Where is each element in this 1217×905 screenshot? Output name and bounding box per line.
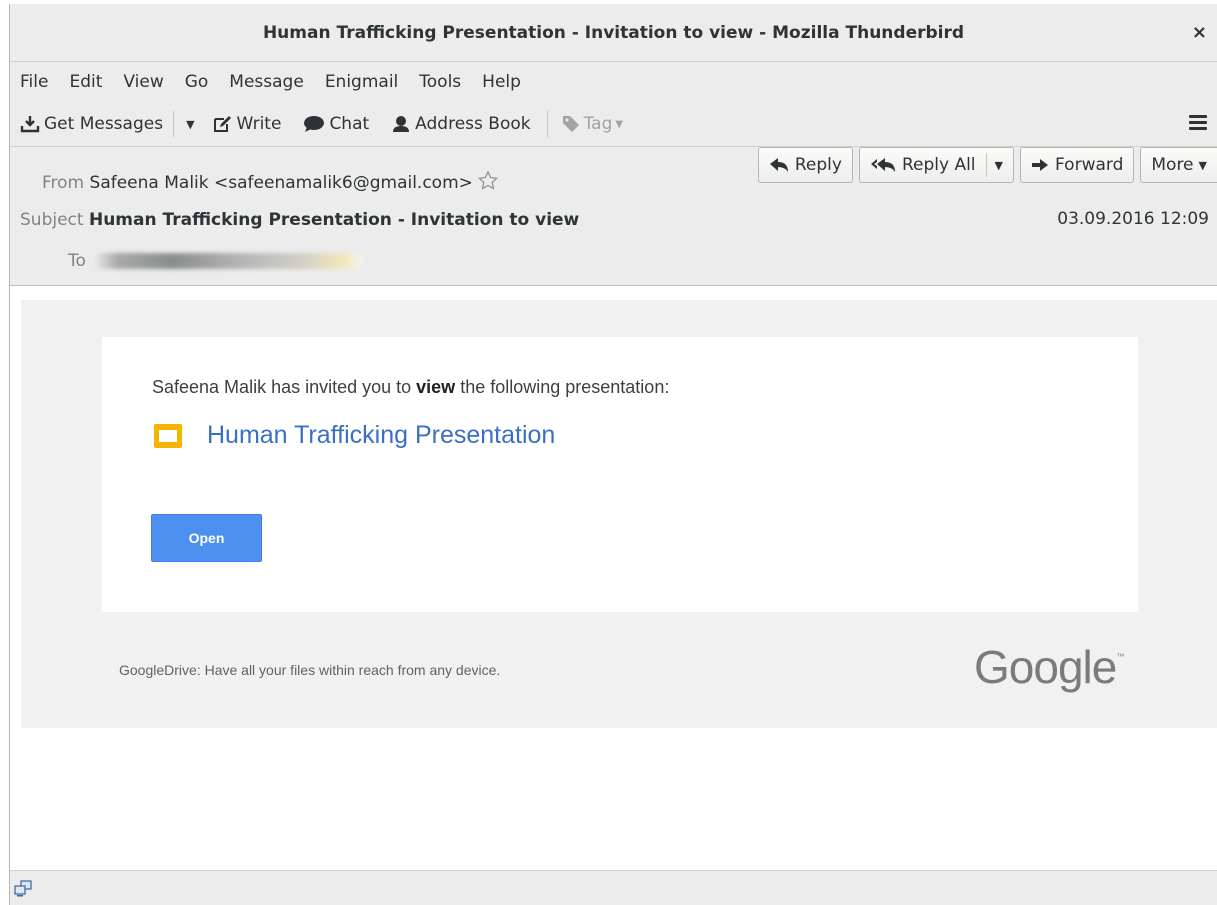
title-bar: Human Trafficking Presentation - Invitat… xyxy=(10,4,1217,62)
header-actions: Reply Reply All ▼ Forward More ▼ xyxy=(757,147,1217,183)
main-toolbar: Get Messages ▼ Write Chat Address Book T… xyxy=(10,102,1217,147)
forward-label: Forward xyxy=(1055,155,1124,175)
invitation-text: Safeena Malik has invited you to view th… xyxy=(152,377,669,398)
from-row: From Safeena Malik <safeenamalik6@gmail.… xyxy=(42,171,499,193)
trademark-mark: ™ xyxy=(1116,652,1125,661)
more-dropdown-icon: ▼ xyxy=(1198,158,1207,172)
get-messages-label: Get Messages xyxy=(44,114,164,134)
subject-label: Subject xyxy=(20,210,84,230)
reply-all-button[interactable]: Reply All ▼ xyxy=(858,147,1014,183)
status-bar xyxy=(10,870,1217,905)
person-icon xyxy=(393,116,410,132)
to-label: To xyxy=(68,251,86,271)
thunderbird-window: Human Trafficking Presentation - Invitat… xyxy=(9,4,1217,905)
menu-view[interactable]: View xyxy=(123,72,163,92)
menu-message[interactable]: Message xyxy=(229,72,304,92)
email-container: Safeena Malik has invited you to view th… xyxy=(21,300,1217,728)
reply-icon xyxy=(769,158,788,172)
invitation-card: Safeena Malik has invited you to view th… xyxy=(102,337,1138,612)
menu-bar: File Edit View Go Message Enigmail Tools… xyxy=(10,62,1217,102)
chat-bubble-icon xyxy=(304,116,325,132)
pencil-icon xyxy=(213,116,231,132)
menu-tools[interactable]: Tools xyxy=(419,72,461,92)
address-book-button[interactable]: Address Book xyxy=(391,114,531,134)
write-button[interactable]: Write xyxy=(213,114,282,134)
write-label: Write xyxy=(236,114,282,134)
tag-icon xyxy=(562,116,579,132)
address-book-label: Address Book xyxy=(415,114,531,134)
chat-button[interactable]: Chat xyxy=(303,114,369,134)
close-icon[interactable]: × xyxy=(1192,22,1207,43)
more-label: More xyxy=(1151,155,1194,175)
subject-value: Human Trafficking Presentation - Invitat… xyxy=(88,210,580,230)
invitation-text-emphasis: view xyxy=(416,377,456,397)
hamburger-icon[interactable] xyxy=(1189,115,1207,133)
slides-icon xyxy=(154,423,182,448)
message-header: From Safeena Malik <safeenamalik6@gmail.… xyxy=(10,147,1217,286)
document-link[interactable]: Human Trafficking Presentation xyxy=(207,421,555,450)
message-body: Safeena Malik has invited you to view th… xyxy=(10,287,1217,870)
invitation-text-suffix: the following presentation: xyxy=(455,377,670,397)
open-button[interactable]: Open xyxy=(151,514,262,562)
reply-label: Reply xyxy=(794,155,842,175)
chat-label: Chat xyxy=(329,114,370,134)
download-icon xyxy=(20,116,40,133)
to-row: To xyxy=(68,251,364,271)
get-messages-dropdown-icon[interactable]: ▼ xyxy=(186,118,194,131)
online-status-icon[interactable] xyxy=(14,880,32,897)
reply-button[interactable]: Reply xyxy=(757,147,853,183)
reply-all-dropdown-icon[interactable]: ▼ xyxy=(995,159,1003,172)
window-title: Human Trafficking Presentation - Invitat… xyxy=(262,22,965,43)
menu-file[interactable]: File xyxy=(20,72,48,92)
get-messages-button[interactable]: Get Messages xyxy=(20,114,163,134)
invitation-text-prefix: Safeena Malik has invited you to xyxy=(152,377,417,397)
tag-button[interactable]: Tag ▼ xyxy=(562,114,623,134)
split-divider xyxy=(985,153,987,177)
reply-all-icon xyxy=(870,158,895,172)
menu-help[interactable]: Help xyxy=(482,72,521,92)
reply-all-label: Reply All xyxy=(901,155,976,175)
from-label: From xyxy=(42,173,85,193)
star-icon[interactable] xyxy=(478,171,499,190)
toolbar-separator xyxy=(173,111,175,137)
tag-dropdown-icon: ▼ xyxy=(615,118,624,130)
menu-edit[interactable]: Edit xyxy=(69,72,102,92)
document-row: Human Trafficking Presentation xyxy=(154,421,555,450)
forward-button[interactable]: Forward xyxy=(1020,147,1135,183)
subject-row: Subject Human Trafficking Presentation -… xyxy=(20,210,579,230)
message-date: 03.09.2016 12:09 xyxy=(1057,209,1209,229)
menu-go[interactable]: Go xyxy=(185,72,209,92)
forward-arrow-icon xyxy=(1032,159,1048,171)
redacted-recipient xyxy=(91,253,364,269)
from-value[interactable]: Safeena Malik <safeenamalik6@gmail.com> xyxy=(90,173,473,193)
google-logo: Google™ xyxy=(974,640,1124,694)
tag-label: Tag xyxy=(583,114,613,134)
more-button[interactable]: More ▼ xyxy=(1140,147,1217,183)
google-logo-text: Google xyxy=(974,641,1117,693)
toolbar-separator xyxy=(546,111,548,137)
footer-text: GoogleDrive: Have all your files within … xyxy=(119,662,501,678)
menu-enigmail[interactable]: Enigmail xyxy=(325,72,398,92)
